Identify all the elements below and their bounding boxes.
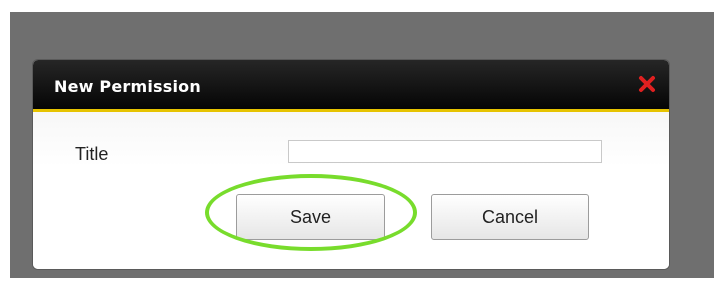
title-input[interactable]: [288, 140, 602, 163]
close-icon[interactable]: [636, 73, 658, 95]
dialog-body: Title Save Cancel: [33, 112, 669, 269]
save-button[interactable]: Save: [236, 194, 385, 240]
dialog-title: New Permission: [54, 77, 201, 96]
cancel-button[interactable]: Cancel: [431, 194, 589, 240]
dialog-titlebar: New Permission: [33, 60, 669, 109]
title-field-label: Title: [75, 144, 109, 164]
new-permission-dialog: New Permission Title Save Cancel: [33, 60, 669, 269]
